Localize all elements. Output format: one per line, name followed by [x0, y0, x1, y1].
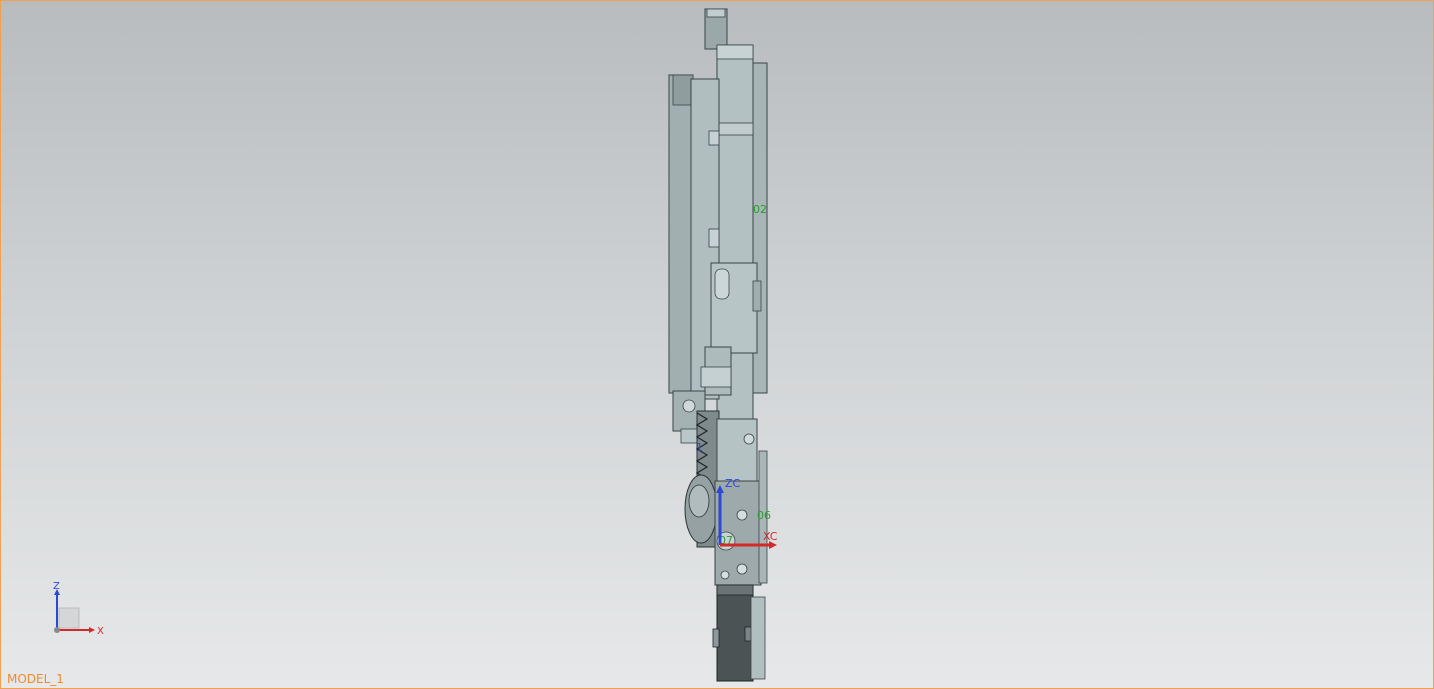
model-label-tick: 1	[696, 441, 703, 454]
model-label-middle: 06	[757, 509, 771, 522]
model-name-label: MODEL_1	[7, 672, 64, 686]
view-triad[interactable]: Z X	[41, 579, 121, 639]
model-label-top: 02	[753, 203, 767, 216]
cad-model-view[interactable]: 02 06 07 1 ZC XC	[1, 1, 1433, 688]
wcs-zc-label: ZC	[725, 477, 741, 490]
graphics-viewport[interactable]: 02 06 07 1 ZC XC Z X MODEL_1	[0, 0, 1434, 689]
triad-origin-icon	[54, 627, 60, 633]
wcs-xc-label: XC	[763, 530, 778, 543]
triad-z-label: Z	[53, 581, 60, 592]
triad-x-label: X	[97, 626, 104, 637]
